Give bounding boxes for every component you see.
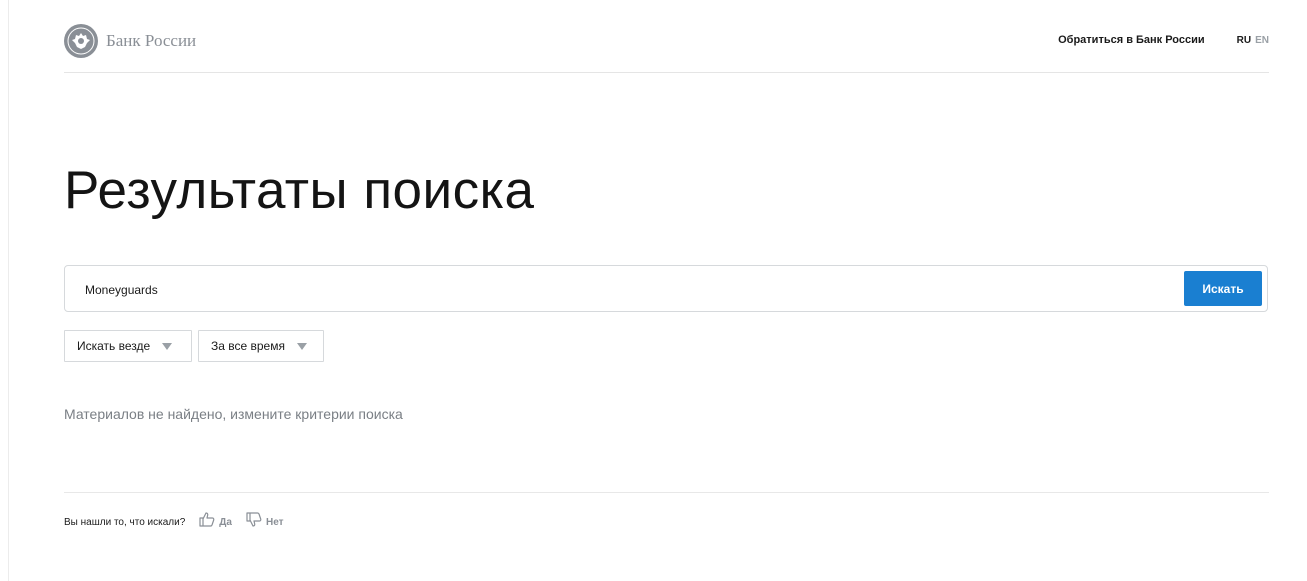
chevron-down-icon — [296, 342, 307, 350]
chevron-down-icon — [162, 342, 173, 350]
header-actions: Обратиться в Банк России RU EN — [1058, 34, 1269, 46]
scope-select-value: Искать везде — [77, 339, 151, 353]
no-results-message: Материалов не найдено, измените критерии… — [64, 406, 403, 422]
contact-bank-link[interactable]: Обратиться в Банк России — [1058, 34, 1205, 46]
site-header: Банк России Обратиться в Банк России RU … — [64, 22, 1269, 73]
feedback-no-button[interactable]: Нет — [246, 512, 284, 532]
lang-ru[interactable]: RU — [1237, 35, 1251, 46]
feedback-yes-button[interactable]: Да — [199, 512, 232, 532]
period-select-value: За все время — [211, 339, 285, 353]
thumbs-up-icon — [199, 512, 215, 532]
divider — [64, 492, 1269, 493]
period-select[interactable]: За все время — [198, 330, 324, 362]
lang-en[interactable]: EN — [1255, 35, 1269, 46]
page-title: Результаты поиска — [64, 161, 535, 220]
feedback-bar: Вы нашли то, что искали? Да Нет — [64, 512, 298, 532]
search-box: Искать — [64, 265, 1268, 312]
search-filters: Искать везде За все время — [64, 330, 324, 362]
brand-link[interactable]: Банк России — [64, 24, 196, 58]
scope-select[interactable]: Искать везде — [64, 330, 192, 362]
page-edge-rule — [8, 0, 9, 581]
search-button[interactable]: Искать — [1184, 271, 1262, 306]
eagle-emblem-icon — [64, 24, 98, 58]
feedback-yes-label: Да — [219, 516, 232, 528]
feedback-question: Вы нашли то, что искали? — [64, 516, 186, 528]
feedback-no-label: Нет — [265, 516, 284, 528]
thumbs-down-icon — [246, 512, 262, 532]
search-input[interactable] — [83, 278, 1167, 302]
brand-name: Банк России — [106, 31, 197, 50]
